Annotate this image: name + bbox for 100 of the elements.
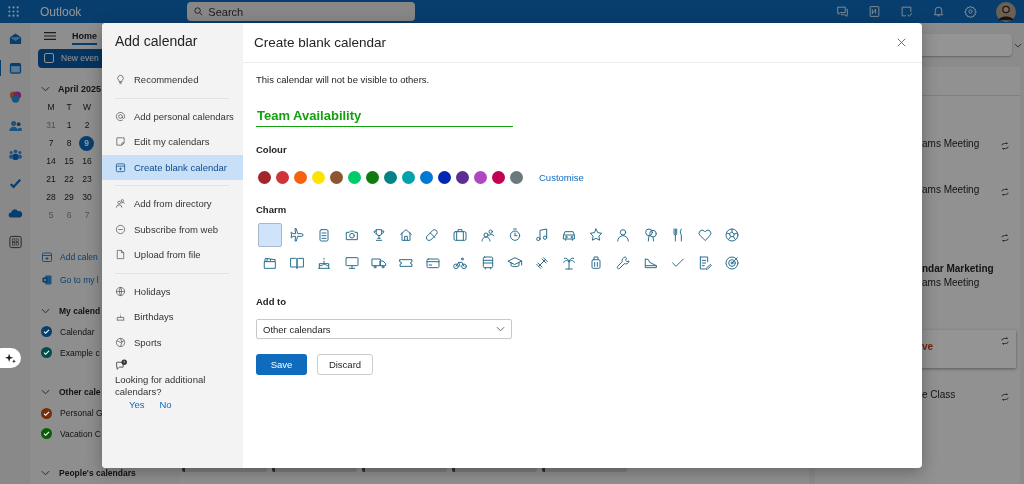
calendar-day[interactable]: 1 (60, 117, 78, 133)
colour-swatch[interactable] (276, 171, 289, 184)
calendar-name[interactable]: Personal G (60, 408, 103, 419)
calendar-add-icon (41, 250, 53, 263)
app-launcher-icon[interactable] (8, 6, 19, 17)
no-link[interactable]: No (159, 399, 172, 410)
nav-item[interactable]: Sports (102, 329, 243, 355)
nav-item[interactable]: Add from directory (102, 191, 243, 217)
colour-swatch[interactable] (294, 171, 307, 184)
sparkle-button[interactable] (0, 348, 21, 368)
calendar-day[interactable]: 15 (60, 153, 78, 169)
colour-swatch[interactable] (438, 171, 451, 184)
calendar-day[interactable]: 21 (42, 171, 60, 187)
link[interactable]: Go to my l (60, 274, 99, 285)
check-circle-icon[interactable] (41, 347, 52, 359)
nav-item[interactable]: Upload from file (102, 242, 243, 268)
colour-swatch[interactable] (348, 171, 361, 184)
calendar-day[interactable]: 7 (42, 135, 60, 151)
calendar-day[interactable]: 30 (78, 189, 96, 205)
close-icon[interactable] (897, 38, 906, 47)
agenda-item[interactable]: ams Meeting (815, 181, 1020, 227)
nav-item[interactable]: Subscribe from web (102, 216, 243, 242)
colour-swatch[interactable] (420, 171, 433, 184)
calendar-day[interactable]: 28 (42, 189, 60, 205)
nav-item[interactable]: Create blank calendar (102, 154, 243, 180)
balloons-icon (642, 227, 659, 243)
people-icon[interactable] (7, 118, 23, 134)
agenda-item[interactable]: e Class (815, 386, 1020, 432)
task-icon[interactable] (900, 5, 913, 18)
add-to-dropdown[interactable]: Other calendars (256, 319, 512, 339)
apps-icon[interactable] (7, 234, 23, 250)
chevron-down-icon[interactable] (41, 85, 50, 92)
app-name: Outlook (40, 4, 82, 19)
discard-button[interactable]: Discard (317, 354, 373, 375)
colour-swatch[interactable] (474, 171, 487, 184)
sparkle-icon (5, 352, 16, 364)
colour-swatch[interactable] (312, 171, 325, 184)
search-field[interactable]: Search (187, 2, 416, 21)
notebook-icon[interactable] (868, 5, 881, 18)
group-title[interactable]: My calend (59, 305, 101, 316)
group-icon[interactable] (7, 147, 23, 163)
chevron-down-icon[interactable] (41, 307, 50, 314)
calendar-day[interactable]: 29 (60, 189, 78, 205)
people-icon (479, 227, 496, 243)
nav-item[interactable]: Birthdays (102, 304, 243, 330)
nav-item[interactable]: Recommended (102, 67, 243, 93)
chevron-down-icon (496, 326, 505, 332)
colour-swatch[interactable] (330, 171, 343, 184)
save-button[interactable]: Save (256, 354, 307, 375)
calendar-icon[interactable] (7, 60, 23, 76)
cyclist-icon (452, 255, 469, 271)
check-circle-icon[interactable] (41, 326, 52, 338)
nav-item[interactable]: Edit my calendars (102, 129, 243, 155)
calendar-day[interactable]: 2 (78, 117, 96, 133)
colour-swatch[interactable] (402, 171, 415, 184)
calendar-day[interactable]: 23 (78, 171, 96, 187)
mail-icon[interactable] (7, 31, 23, 47)
colour-swatch[interactable] (510, 171, 523, 184)
note-icon (115, 136, 126, 148)
calendar-name[interactable]: Vacation C (60, 428, 101, 439)
colour-swatch[interactable] (384, 171, 397, 184)
check-circle-icon[interactable] (41, 428, 52, 440)
minus-circle-icon (115, 223, 126, 235)
customise-link[interactable]: Customise (539, 172, 584, 183)
colour-swatch[interactable] (258, 171, 271, 184)
dialog-sidebar-title: Add calendar (114, 33, 199, 49)
lightbulb-icon (115, 74, 126, 86)
shoe-icon (642, 255, 659, 271)
agenda-item[interactable]: ams Meeting (815, 135, 1020, 181)
calendar-day[interactable]: 22 (60, 171, 78, 187)
calendar-name[interactable]: Calendar (60, 326, 95, 337)
colour-swatch[interactable] (492, 171, 505, 184)
calendar-day[interactable]: 16 (78, 153, 96, 169)
group-title[interactable]: Other cale (59, 386, 101, 397)
link[interactable]: Add calen (60, 251, 98, 262)
home-tab[interactable]: Home (72, 27, 97, 46)
bell-icon[interactable] (932, 5, 945, 18)
colour-swatch[interactable] (456, 171, 469, 184)
chat-icon[interactable] (836, 5, 849, 18)
group-title[interactable]: People's calendars (59, 468, 136, 478)
calendar-name-field[interactable]: Team Availability (256, 108, 513, 127)
colour-swatch[interactable] (366, 171, 379, 184)
calendar-day[interactable]: 9 (79, 135, 94, 151)
nav-item[interactable]: Holidays (102, 278, 243, 304)
chevron-down-icon[interactable] (1014, 42, 1022, 48)
menu-icon[interactable] (44, 31, 56, 42)
nav-item[interactable]: Add personal calendars (102, 103, 243, 129)
agenda-item[interactable]: ndar Marketing ams Meeting (815, 227, 1020, 316)
settings-icon[interactable] (964, 5, 977, 18)
spreadsheet-icon (41, 273, 53, 286)
calendar-day[interactable]: 8 (60, 135, 78, 151)
chevron-down-icon[interactable] (41, 470, 50, 476)
file-icon (115, 249, 126, 261)
dumbbell-icon (533, 255, 550, 271)
check-circle-icon[interactable] (41, 407, 52, 419)
airplane-icon (289, 227, 306, 243)
calendar-day[interactable]: 14 (42, 153, 60, 169)
chevron-down-icon[interactable] (41, 388, 50, 395)
calendar-name[interactable]: Example c (60, 347, 100, 358)
yes-link[interactable]: Yes (129, 399, 145, 410)
